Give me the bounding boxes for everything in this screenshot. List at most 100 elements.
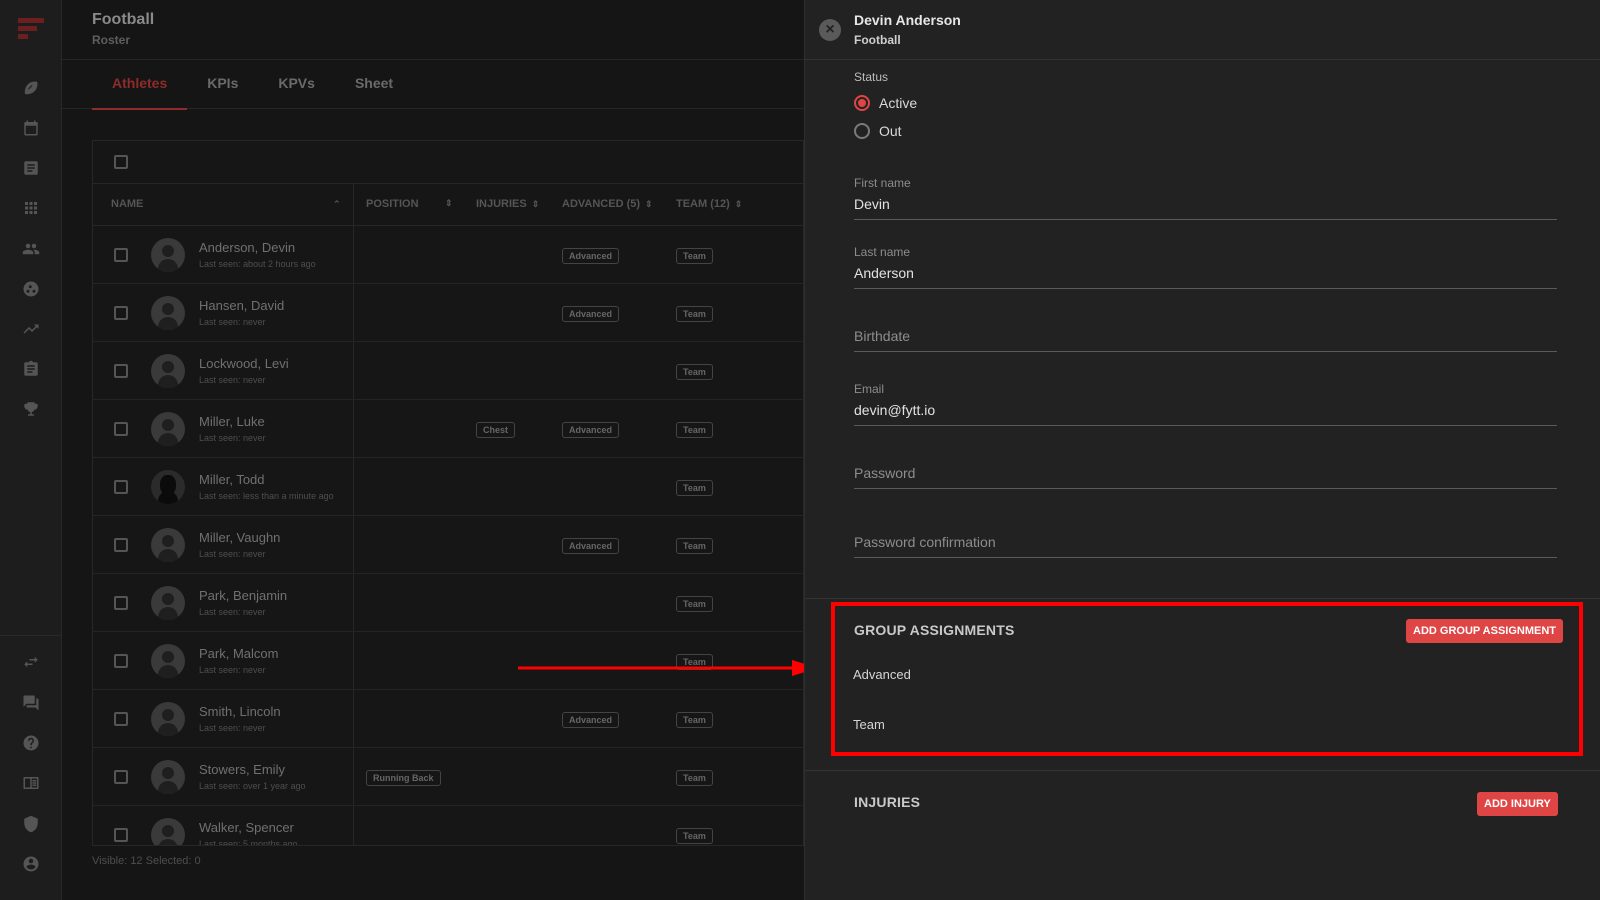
tab-athletes[interactable]: Athletes [92,60,188,110]
drawer-subtitle: Football [854,33,901,47]
last-seen: Last seen: never [199,607,266,617]
clipboard-icon[interactable] [21,359,41,379]
column-team-label: TEAM (12) [676,198,730,210]
people-icon[interactable] [21,239,41,259]
tab-kpvs[interactable]: KPVs [258,60,335,109]
tab-kpis[interactable]: KPIs [187,60,258,109]
column-name[interactable]: NAME [111,198,143,210]
sort-asc-icon[interactable]: ⌃ [333,199,341,210]
password-field[interactable]: Password [854,465,1557,489]
injuries-title: INJURIES [854,794,921,810]
grid-icon[interactable] [21,198,41,218]
table-row[interactable]: Smith, Lincoln Last seen: never Advanced Te… [93,690,803,748]
athlete-name[interactable]: Hansen, David [199,298,284,313]
page-header: Football Roster [62,0,804,60]
trophy-icon[interactable] [21,399,41,419]
first-name-field[interactable]: First name Devin [854,176,1557,220]
last-name-field[interactable]: Last name Anderson [854,245,1557,289]
team-chip: Team [676,596,713,612]
table-row[interactable]: Miller, Vaughn Last seen: never Advanced Te… [93,516,803,574]
row-checkbox[interactable] [114,306,128,320]
column-position[interactable]: POSITION [366,198,419,210]
status-out-option[interactable]: Out [854,122,1557,140]
advanced-chip: Advanced [562,306,620,322]
table-row[interactable]: Miller, Luke Last seen: never Chest Advance… [93,400,803,458]
row-checkbox[interactable] [114,422,128,436]
athlete-name[interactable]: Miller, Luke [199,414,265,429]
athlete-name[interactable]: Walker, Spencer [199,820,294,835]
password-confirmation-field[interactable]: Password confirmation [854,534,1557,558]
athlete-name[interactable]: Miller, Todd [199,472,265,487]
annotation-highlight-box [831,602,1583,756]
column-advanced-label: ADVANCED (5) [562,198,641,210]
row-checkbox[interactable] [114,712,128,726]
sort-icon[interactable]: ⇕ [445,198,453,209]
select-all-checkbox[interactable] [114,155,128,169]
athlete-name[interactable]: Stowers, Emily [199,762,285,777]
table-row[interactable]: Miller, Todd Last seen: less than a minut… [93,458,803,516]
athlete-name[interactable]: Miller, Vaughn [199,530,280,545]
row-checkbox[interactable] [114,770,128,784]
first-name-value[interactable]: Devin [854,196,1557,219]
athlete-name[interactable]: Anderson, Devin [199,240,295,255]
drawer-title: Devin Anderson [854,12,961,28]
chat-icon[interactable] [21,693,41,713]
library-icon[interactable] [21,773,41,793]
column-advanced[interactable]: ADVANCED (5) ⇕ [562,198,653,210]
team-icon[interactable] [21,279,41,299]
row-checkbox[interactable] [114,364,128,378]
row-checkbox[interactable] [114,596,128,610]
row-checkbox[interactable] [114,538,128,552]
athlete-name[interactable]: Smith, Lincoln [199,704,281,719]
table-row[interactable]: Walker, Spencer Last seen: 5 months ago Te… [93,806,803,846]
avatar [151,354,185,388]
row-checkbox[interactable] [114,248,128,262]
radio-active[interactable] [854,95,870,111]
row-checkbox[interactable] [114,828,128,842]
table-row[interactable]: Anderson, Devin Last seen: about 2 hours … [93,226,803,284]
add-injury-button[interactable]: ADD INJURY [1477,792,1558,816]
rail-divider [0,635,62,636]
radio-out[interactable] [854,123,870,139]
avatar [151,818,185,845]
last-seen: Last seen: 5 months ago [199,839,298,846]
avatar [151,528,185,562]
status-active-option[interactable]: Active [854,94,1557,112]
notes-icon[interactable] [21,158,41,178]
birthdate-field[interactable]: Birthdate [854,328,1557,352]
athlete-name[interactable]: Park, Benjamin [199,588,287,603]
email-field[interactable]: Email devin@fytt.io [854,382,1557,426]
team-chip: Team [676,480,713,496]
page-subtitle: Roster [92,33,131,47]
column-injuries[interactable]: INJURIES ⇕ [476,198,539,210]
table-row[interactable]: Park, Benjamin Last seen: never Team [93,574,803,632]
account-icon[interactable] [21,854,41,874]
calendar-icon[interactable] [21,118,41,138]
table-row[interactable]: Hansen, David Last seen: never Advanced Tea… [93,284,803,342]
avatar [151,238,185,272]
shield-icon[interactable] [21,814,41,834]
athlete-name[interactable]: Lockwood, Levi [199,356,289,371]
table-row[interactable]: Stowers, Emily Last seen: over 1 year ago… [93,748,803,806]
column-team[interactable]: TEAM (12) ⇕ [676,198,742,210]
table-row[interactable]: Lockwood, Levi Last seen: never Team [93,342,803,400]
team-chip: Team [676,538,713,554]
row-checkbox[interactable] [114,654,128,668]
password-placeholder: Password [854,465,916,481]
close-icon[interactable]: × [819,19,841,41]
last-seen: Last seen: never [199,433,266,443]
tab-sheet[interactable]: Sheet [335,60,413,109]
last-name-value[interactable]: Anderson [854,265,1557,288]
column-position-label: POSITION [366,198,419,210]
avatar [151,760,185,794]
swap-icon[interactable] [21,652,41,672]
app-logo[interactable] [18,18,44,44]
birthdate-placeholder: Birthdate [854,328,911,344]
row-checkbox[interactable] [114,480,128,494]
email-value[interactable]: devin@fytt.io [854,402,1557,425]
football-icon[interactable] [21,78,41,98]
trending-icon[interactable] [21,319,41,339]
athlete-name[interactable]: Park, Malcom [199,646,278,661]
help-icon[interactable] [21,733,41,753]
team-chip: Team [676,828,713,844]
